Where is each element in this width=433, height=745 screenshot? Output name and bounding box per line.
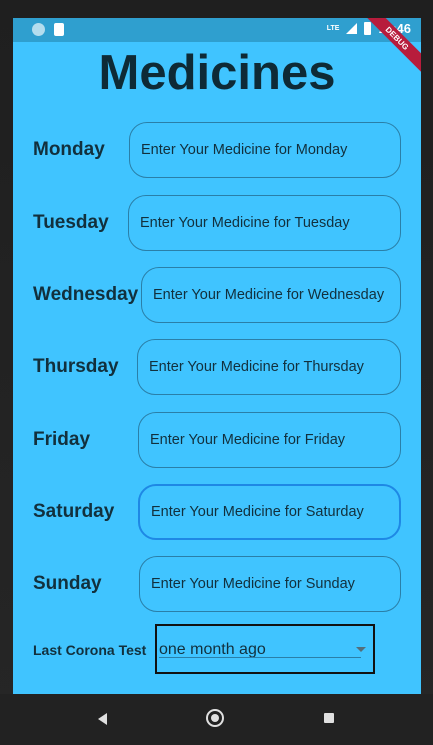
signal-icon [346, 23, 358, 34]
day-row-friday: Friday [13, 412, 421, 470]
medicine-input-tuesday[interactable] [128, 195, 401, 251]
day-label-tuesday: Tuesday [33, 212, 109, 233]
day-label-sunday: Sunday [33, 573, 102, 594]
medicine-input-thursday[interactable] [137, 339, 401, 395]
dropdown-underline [159, 657, 361, 658]
back-icon[interactable] [98, 713, 107, 725]
day-row-thursday: Thursday [13, 339, 421, 397]
medicine-input-wednesday[interactable] [141, 267, 401, 323]
battery-icon [364, 22, 372, 35]
day-label-friday: Friday [33, 429, 91, 450]
sd-card-icon [54, 23, 64, 36]
day-label-wednesday: Wednesday [33, 284, 139, 305]
day-row-monday: Monday [13, 122, 421, 180]
status-bar: LTE 11:46 [13, 18, 421, 42]
day-row-saturday: Saturday [13, 484, 421, 542]
page-title: Medicines [98, 46, 336, 100]
medicine-input-monday[interactable] [129, 122, 401, 178]
recents-icon[interactable] [324, 713, 334, 723]
corona-test-dropdown[interactable]: one month ago [155, 624, 375, 674]
network-type: LTE [326, 25, 340, 32]
dropdown-arrow-icon[interactable] [356, 647, 366, 652]
day-row-wednesday: Wednesday [13, 267, 421, 325]
medicine-input-sunday[interactable] [139, 556, 401, 612]
corona-test-row: Last Corona Test one month ago [13, 624, 421, 676]
system-nav-bar [0, 694, 433, 745]
day-label-saturday: Saturday [33, 501, 115, 522]
app-screen: LTE 11:46 DEBUG Medicines Monday Tuesday… [13, 18, 421, 694]
day-label-thursday: Thursday [33, 356, 119, 377]
medicine-input-friday[interactable] [138, 412, 401, 468]
corona-test-label: Last Corona Test [33, 642, 147, 658]
notification-dot-icon [32, 23, 45, 36]
day-row-tuesday: Tuesday [13, 195, 421, 253]
day-label-monday: Monday [33, 139, 105, 160]
home-icon[interactable] [206, 709, 224, 727]
medicine-input-saturday[interactable] [138, 484, 401, 540]
day-row-sunday: Sunday [13, 556, 421, 614]
